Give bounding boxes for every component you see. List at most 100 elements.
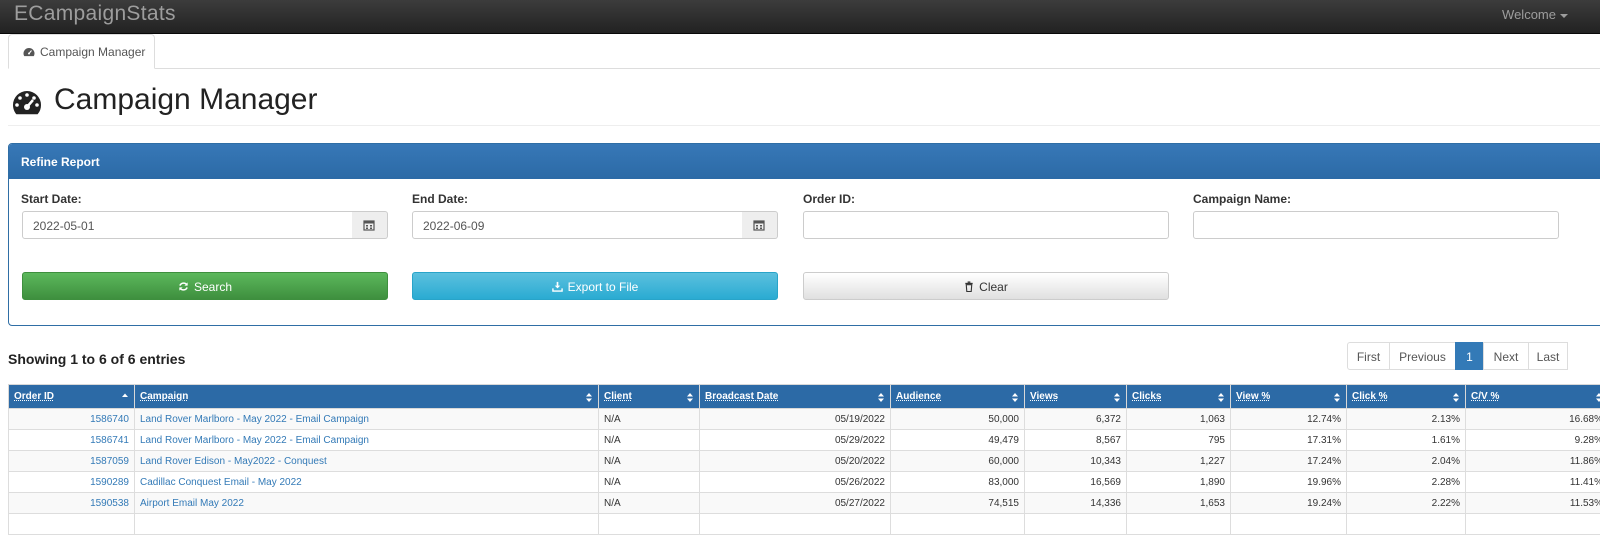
campaign-table: Order ID Campaign Client Broadcast Date … — [8, 384, 1600, 535]
broadcast-date-cell: 05/27/2022 — [700, 493, 891, 514]
campaign-link[interactable]: Airport Email May 2022 — [135, 493, 599, 514]
order-id-label: Order ID: — [803, 192, 855, 206]
header-views[interactable]: Views — [1025, 385, 1127, 409]
dashboard-icon — [12, 90, 42, 116]
header-audience[interactable]: Audience — [891, 385, 1025, 409]
views-cell: 14,336 — [1025, 493, 1127, 514]
order-id-link[interactable]: 1587059 — [9, 451, 135, 472]
order-id-link[interactable]: 1586741 — [9, 430, 135, 451]
campaign-link[interactable]: Cadillac Conquest Email - May 2022 — [135, 472, 599, 493]
search-button[interactable]: Search — [22, 272, 388, 300]
campaign-name-input[interactable] — [1193, 211, 1559, 239]
client-cell: N/A — [599, 430, 700, 451]
audience-cell: 74,515 — [891, 493, 1025, 514]
sort-icon — [1218, 393, 1224, 402]
table-row: 1586740 Land Rover Marlboro - May 2022 -… — [9, 409, 1600, 430]
header-click-percent[interactable]: Click % — [1347, 385, 1466, 409]
click-percent-cell: 2.28% — [1347, 472, 1466, 493]
table-cell — [1466, 514, 1600, 535]
page-title: Campaign Manager — [54, 83, 317, 117]
view-percent-cell: 17.31% — [1231, 430, 1347, 451]
header-view-percent[interactable]: View % — [1231, 385, 1347, 409]
dashboard-icon — [23, 47, 35, 57]
refine-report-panel: Refine Report Start Date: 2022-05-01 End… — [8, 143, 1600, 326]
click-percent-cell: 1.61% — [1347, 430, 1466, 451]
header-campaign[interactable]: Campaign — [135, 385, 599, 409]
sort-icon — [878, 393, 884, 402]
clear-button[interactable]: Clear — [803, 272, 1169, 300]
export-button[interactable]: Export to File — [412, 272, 778, 300]
cv-percent-cell: 16.68% — [1466, 409, 1600, 430]
page-previous-button[interactable]: Previous — [1389, 342, 1456, 370]
clicks-cell: 795 — [1127, 430, 1231, 451]
end-date-calendar-button[interactable] — [742, 211, 778, 239]
table-cell — [1127, 514, 1231, 535]
calendar-icon — [753, 219, 765, 231]
welcome-menu[interactable]: Welcome — [1502, 7, 1568, 22]
client-cell: N/A — [599, 493, 700, 514]
brand-logo[interactable]: ECampaignStats — [14, 2, 176, 26]
table-cell — [1025, 514, 1127, 535]
table-cell — [700, 514, 891, 535]
header-client[interactable]: Client — [599, 385, 700, 409]
broadcast-date-cell: 05/20/2022 — [700, 451, 891, 472]
campaign-link[interactable]: Land Rover Marlboro - May 2022 - Email C… — [135, 409, 599, 430]
audience-cell: 60,000 — [891, 451, 1025, 472]
sort-icon — [1334, 393, 1340, 402]
cv-percent-cell: 11.41% — [1466, 472, 1600, 493]
table-cell — [135, 514, 599, 535]
start-date-input[interactable]: 2022-05-01 — [22, 211, 353, 239]
view-percent-cell: 17.24% — [1231, 451, 1347, 472]
table-row: 1587059 Land Rover Edison - May2022 - Co… — [9, 451, 1600, 472]
audience-cell: 50,000 — [891, 409, 1025, 430]
order-id-link[interactable]: 1590289 — [9, 472, 135, 493]
clicks-cell: 1,653 — [1127, 493, 1231, 514]
table-row: 1586741 Land Rover Marlboro - May 2022 -… — [9, 430, 1600, 451]
sort-icon — [1596, 393, 1600, 402]
audience-cell: 83,000 — [891, 472, 1025, 493]
campaign-link[interactable]: Land Rover Marlboro - May 2022 - Email C… — [135, 430, 599, 451]
header-broadcast-date[interactable]: Broadcast Date — [700, 385, 891, 409]
page-next-button[interactable]: Next — [1483, 342, 1529, 370]
header-clicks[interactable]: Clicks — [1127, 385, 1231, 409]
search-button-label: Search — [194, 280, 232, 294]
tab-bar: Campaign Manager — [8, 34, 1600, 69]
sort-icon — [1453, 393, 1459, 402]
download-icon — [552, 281, 563, 292]
tab-campaign-manager[interactable]: Campaign Manager — [8, 34, 155, 69]
clicks-cell: 1,227 — [1127, 451, 1231, 472]
trash-icon — [964, 281, 974, 292]
table-header-row: Order ID Campaign Client Broadcast Date … — [9, 385, 1600, 409]
table-cell — [891, 514, 1025, 535]
table-cell — [1231, 514, 1347, 535]
sort-icon — [687, 393, 693, 402]
table-row: 1590538 Airport Email May 2022 N/A 05/27… — [9, 493, 1600, 514]
cv-percent-cell: 9.28% — [1466, 430, 1600, 451]
clear-button-label: Clear — [979, 280, 1008, 294]
page-header: Campaign Manager — [8, 70, 1600, 126]
table-row — [9, 514, 1600, 535]
start-date-calendar-button[interactable] — [352, 211, 388, 239]
view-percent-cell: 12.74% — [1231, 409, 1347, 430]
page-last-button[interactable]: Last — [1528, 342, 1568, 370]
campaign-link[interactable]: Land Rover Edison - May2022 - Conquest — [135, 451, 599, 472]
order-id-input[interactable] — [803, 211, 1169, 239]
order-id-link[interactable]: 1590538 — [9, 493, 135, 514]
top-navbar: ECampaignStats Welcome — [0, 0, 1600, 34]
caret-down-icon — [1560, 14, 1568, 18]
end-date-input[interactable]: 2022-06-09 — [412, 211, 743, 239]
broadcast-date-cell: 05/19/2022 — [700, 409, 891, 430]
header-cv-percent[interactable]: C/V % — [1466, 385, 1600, 409]
click-percent-cell: 2.22% — [1347, 493, 1466, 514]
entries-info: Showing 1 to 6 of 6 entries — [8, 351, 185, 367]
panel-heading: Refine Report — [9, 144, 1600, 179]
page-1-button[interactable]: 1 — [1455, 342, 1484, 370]
click-percent-cell: 2.04% — [1347, 451, 1466, 472]
order-id-link[interactable]: 1586740 — [9, 409, 135, 430]
tab-label: Campaign Manager — [40, 45, 145, 59]
page-first-button[interactable]: First — [1347, 342, 1390, 370]
sort-icon — [586, 393, 592, 402]
table-cell — [9, 514, 135, 535]
broadcast-date-cell: 05/26/2022 — [700, 472, 891, 493]
header-order-id[interactable]: Order ID — [9, 385, 135, 409]
